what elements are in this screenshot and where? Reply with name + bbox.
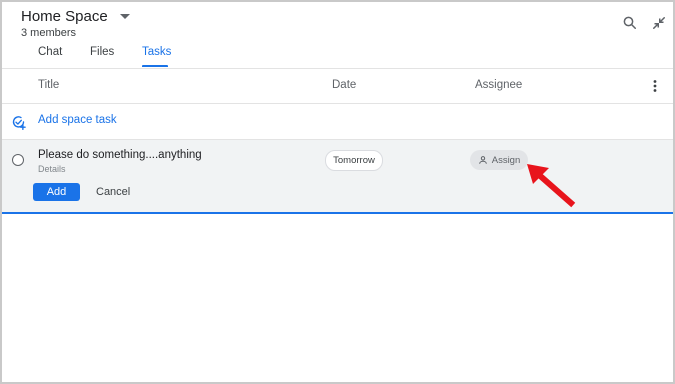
red-arrow-annotation — [527, 164, 576, 208]
tab-files[interactable]: Files — [90, 46, 114, 58]
add-task-icon — [12, 116, 26, 130]
tab-chat[interactable]: Chat — [38, 46, 62, 58]
search-icon[interactable] — [621, 14, 639, 32]
members-count: 3 members — [21, 27, 77, 39]
space-header: Home Space 3 members Chat Files Tasks — [2, 2, 673, 69]
person-icon — [478, 156, 487, 164]
task-column-headers: Title Date Assignee — [2, 69, 673, 104]
add-button[interactable]: Add — [33, 183, 80, 201]
add-space-task-row[interactable]: Add space task — [2, 104, 673, 140]
column-title: Title — [38, 79, 60, 91]
add-space-task-button[interactable]: Add space task — [38, 114, 117, 126]
space-title: Home Space — [21, 8, 108, 25]
chevron-down-icon — [119, 14, 130, 19]
due-date-chip[interactable]: Tomorrow — [325, 150, 383, 171]
more-options-icon[interactable] — [649, 79, 661, 93]
assign-chip[interactable]: Assign — [470, 150, 528, 170]
task-title-input[interactable]: Please do something....anything — [38, 149, 202, 161]
active-tab-indicator — [142, 65, 168, 67]
tab-tasks[interactable]: Tasks — [142, 46, 171, 58]
assign-label: Assign — [491, 154, 521, 166]
cancel-button[interactable]: Cancel — [96, 186, 130, 198]
collapse-icon[interactable] — [650, 14, 668, 32]
column-assignee: Assignee — [475, 79, 523, 91]
task-complete-radio[interactable] — [12, 154, 24, 166]
task-details-field[interactable]: Details — [38, 164, 66, 174]
space-title-dropdown[interactable]: Home Space — [21, 8, 130, 25]
column-date: Date — [332, 79, 357, 91]
